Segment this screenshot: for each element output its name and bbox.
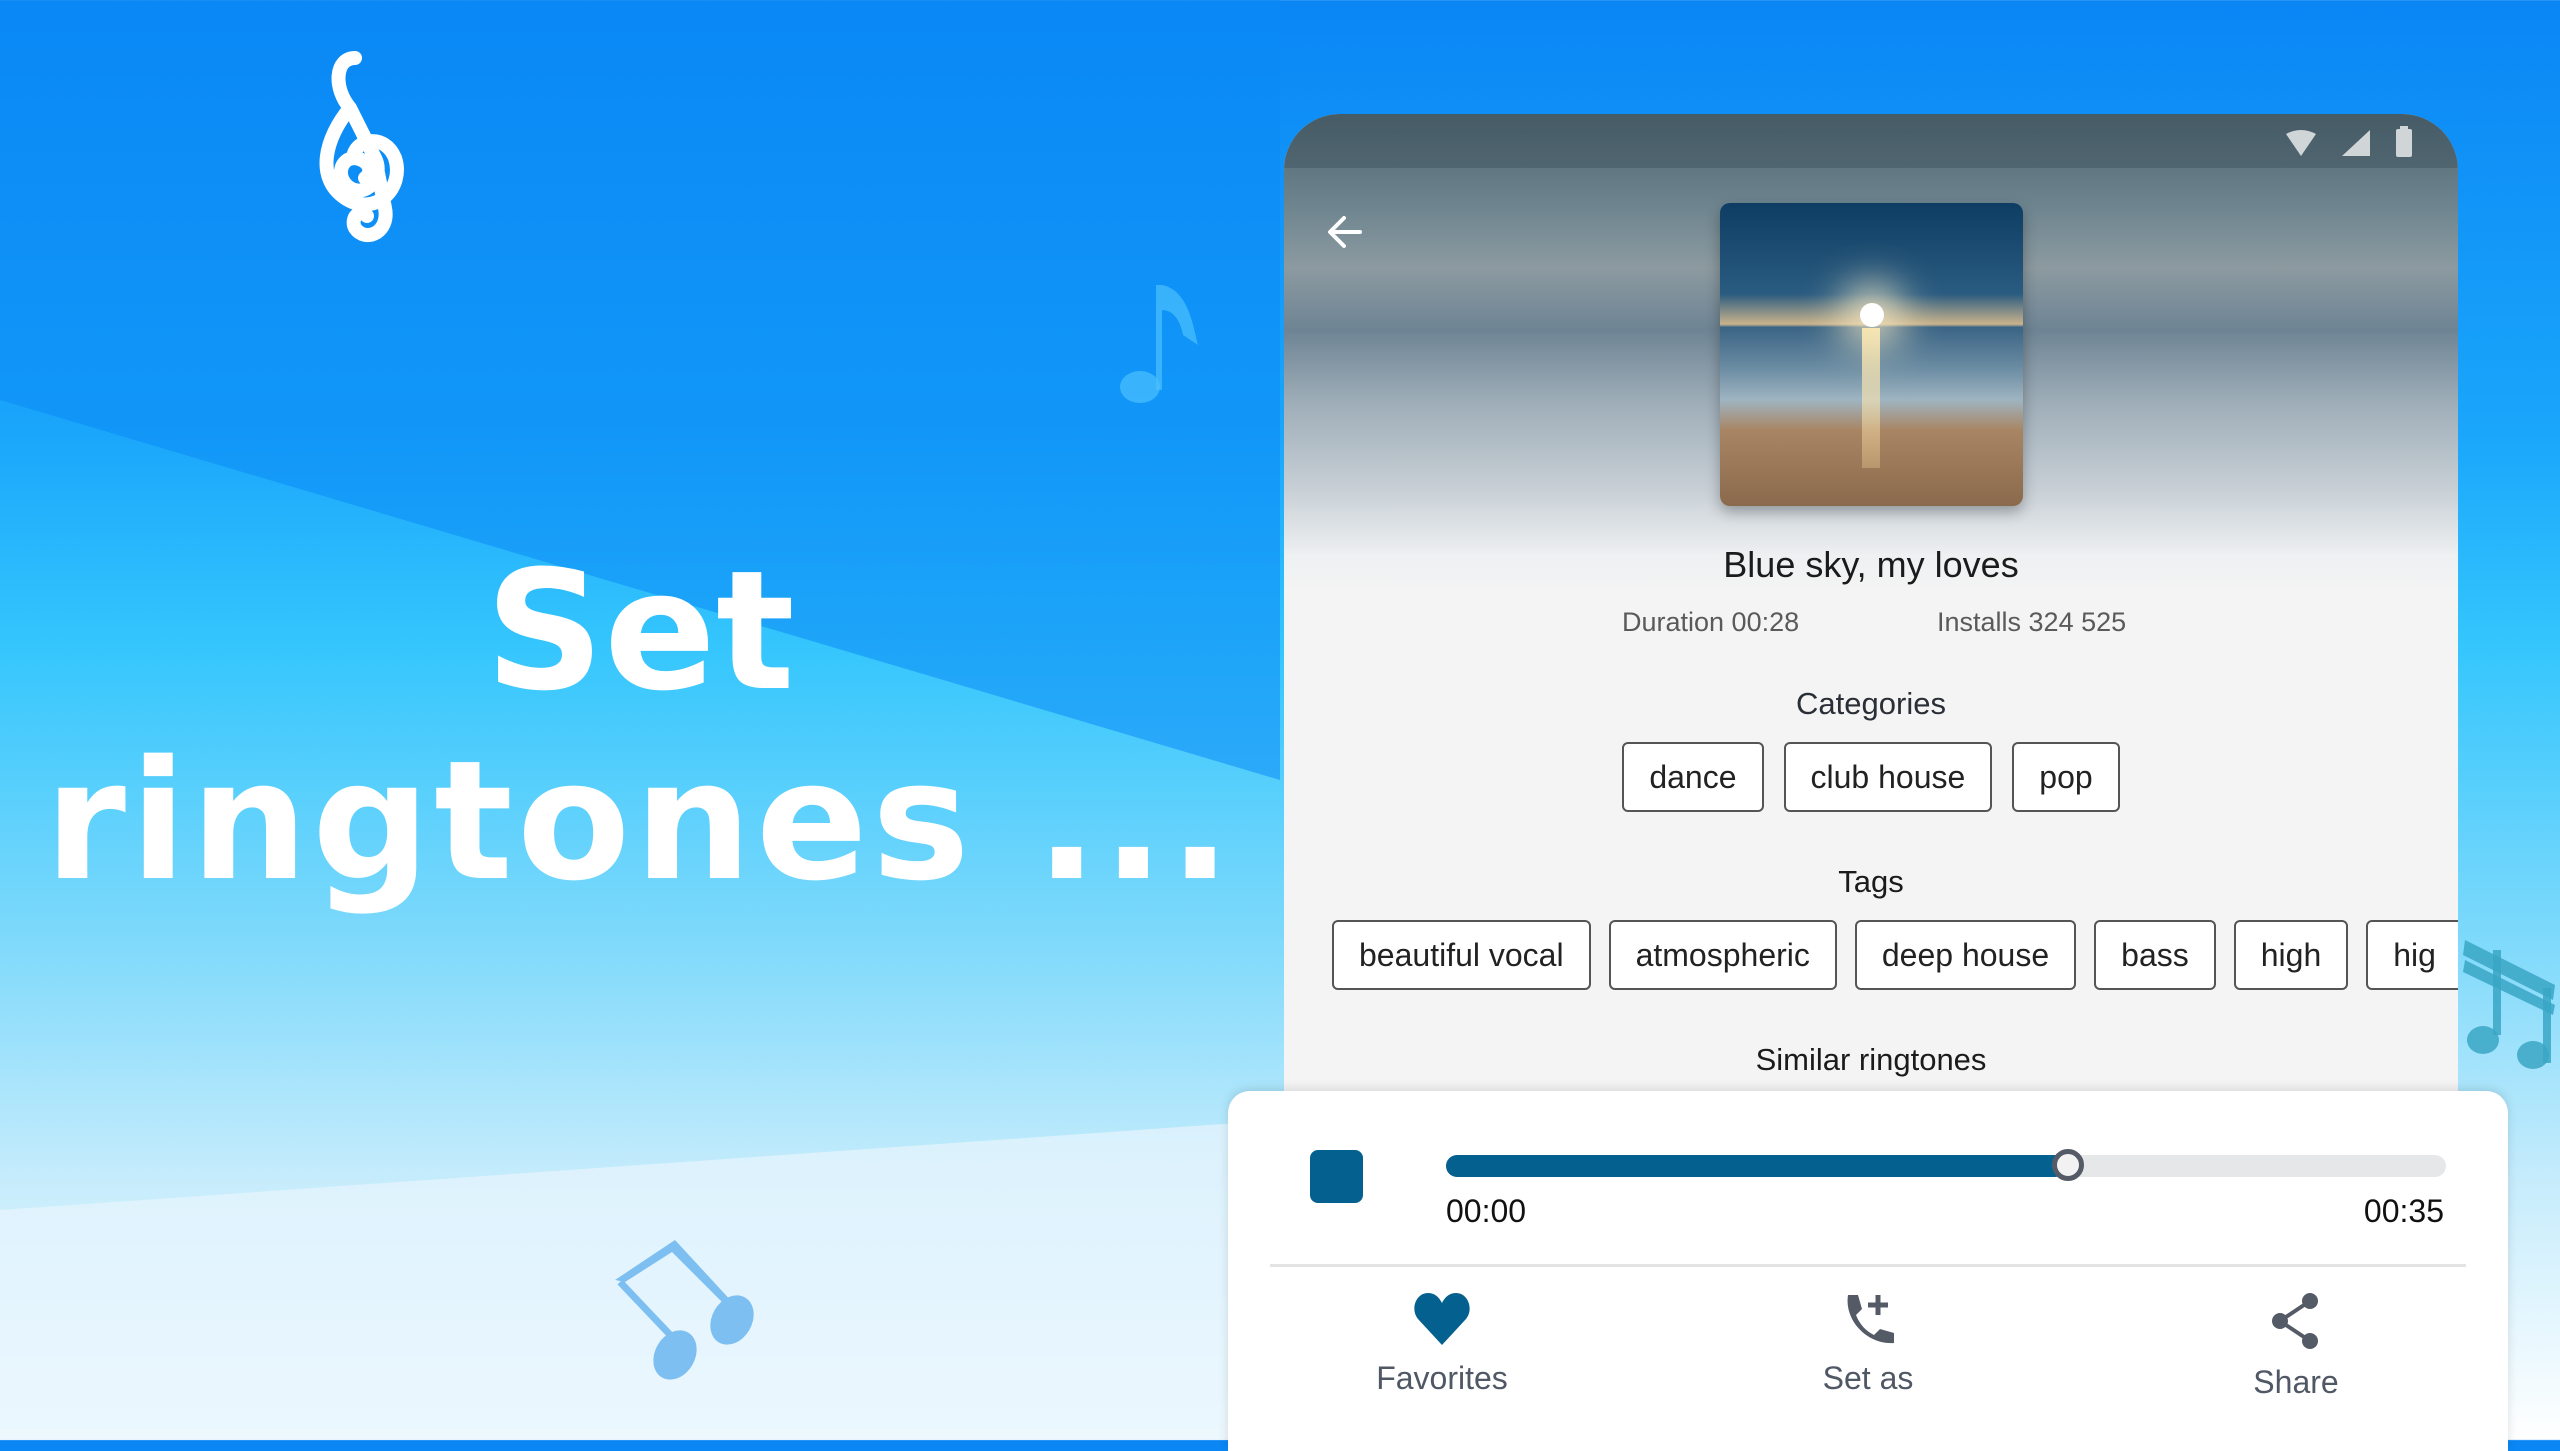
share-icon <box>2272 1293 2318 1349</box>
seek-slider[interactable] <box>1446 1149 2446 1181</box>
categories-heading: Categories <box>1796 686 1946 721</box>
headline-line1: Set <box>485 535 795 727</box>
signal-icon <box>2342 130 2370 156</box>
beamed-sixteenth-notes-icon <box>2463 940 2555 1069</box>
set-as-button[interactable]: Set as <box>1718 1291 2018 1397</box>
beamed-notes-icon <box>615 1240 754 1380</box>
back-button[interactable] <box>1322 208 1370 256</box>
tag-chip[interactable]: atmospheric <box>1608 920 1837 990</box>
heart-icon <box>1414 1293 1470 1345</box>
tags-heading: Tags <box>1838 864 1904 899</box>
wifi-icon <box>2286 130 2316 156</box>
tag-chip[interactable]: hig <box>2366 920 2458 990</box>
tag-chip[interactable]: deep house <box>1854 920 2077 990</box>
tags-list: beautiful vocal atmospheric deep house bass… <box>1322 920 2458 990</box>
tag-chip[interactable]: high <box>2233 920 2349 990</box>
set-as-label: Set as <box>1822 1360 1914 1396</box>
tag-chip[interactable]: beautiful vocal <box>1332 920 1591 990</box>
category-chip[interactable]: dance <box>1622 742 1764 812</box>
eighth-note-icon <box>1120 285 1198 403</box>
installs-label: Installs 324 525 <box>1937 607 2127 637</box>
seek-slider-fill <box>1446 1155 2066 1177</box>
time-end: 00:35 <box>2363 1193 2444 1229</box>
time-start: 00:00 <box>1446 1193 1527 1229</box>
share-label: Share <box>2253 1364 2339 1400</box>
headline-line2: ringtones ... <box>44 725 1236 917</box>
treble-clef-icon <box>319 51 404 242</box>
phone-add-icon <box>1847 1295 1894 1344</box>
stop-button[interactable] <box>1310 1150 1363 1203</box>
favorites-button[interactable]: Favorites <box>1292 1291 1592 1397</box>
category-chip[interactable]: club house <box>1783 742 1993 812</box>
album-art <box>1720 203 2023 506</box>
ringtone-title: Blue sky, my loves <box>1723 544 2019 585</box>
battery-icon <box>2396 126 2412 157</box>
player-card: 00:00 00:35 Favorites Set as Share <box>1228 1091 2508 1451</box>
status-bar <box>1284 114 2458 168</box>
duration-label: Duration 00:28 <box>1622 607 1800 637</box>
categories-list: dance club house pop <box>1284 742 2458 812</box>
category-chip[interactable]: pop <box>2012 742 2120 812</box>
similar-heading: Similar ringtones <box>1755 1042 1987 1077</box>
seek-slider-thumb[interactable] <box>2052 1149 2084 1181</box>
tag-chip[interactable]: bass <box>2094 920 2216 990</box>
share-button[interactable]: Share <box>2146 1291 2446 1401</box>
arrow-left-icon <box>1328 216 1362 248</box>
divider <box>1270 1264 2466 1267</box>
favorites-label: Favorites <box>1376 1360 1508 1396</box>
